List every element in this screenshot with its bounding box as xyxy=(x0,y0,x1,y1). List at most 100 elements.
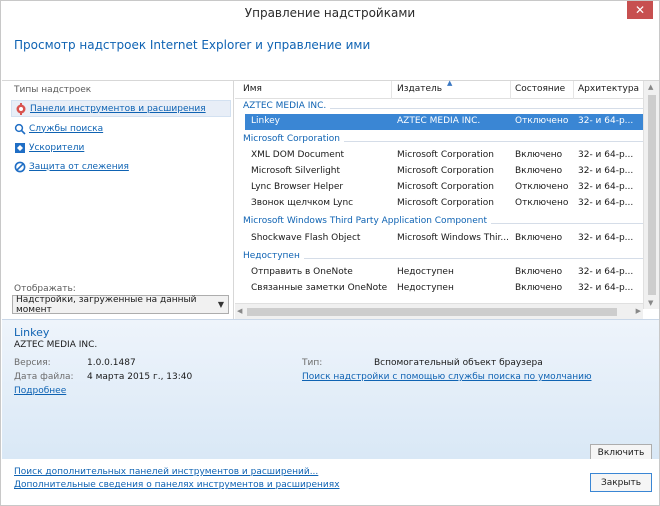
addons-list: Имя Издатель ▲ Состояние Архитектура AZT… xyxy=(235,79,659,319)
close-window-button[interactable]: ✕ xyxy=(627,1,653,19)
addon-architecture: 32- и 64-р... xyxy=(578,267,634,277)
list-rows: AZTEC MEDIA INC. Linkey AZTEC MEDIA INC.… xyxy=(235,99,659,309)
column-divider xyxy=(510,81,511,99)
addon-publisher: Microsoft Corporation xyxy=(397,182,494,192)
addon-name: XML DOM Document xyxy=(251,150,345,160)
addon-status: Отключено xyxy=(515,198,569,208)
vertical-scrollbar[interactable]: ▲ ▼ xyxy=(643,81,659,309)
type-search-providers[interactable]: Службы поиска xyxy=(11,120,231,137)
type-label: Защита от слежения xyxy=(29,161,129,172)
type-label: Службы поиска xyxy=(29,123,104,134)
addon-name: Связанные заметки OneNote xyxy=(251,283,388,293)
addon-architecture: 32- и 64-р... xyxy=(578,283,634,293)
addon-row[interactable]: Microsoft Silverlight Microsoft Corporat… xyxy=(245,164,643,180)
more-info-link[interactable]: Подробнее xyxy=(14,386,66,396)
file-date-value: 4 марта 2015 г., 13:40 xyxy=(87,372,193,382)
horizontal-scrollbar[interactable]: ◀ ▶ xyxy=(235,303,643,319)
show-filter-dropdown[interactable]: Надстройки, загруженные на данный момент… xyxy=(12,294,229,315)
addon-name: Shockwave Flash Object xyxy=(251,233,361,243)
search-addon-link[interactable]: Поиск надстройки с помощью службы поиска… xyxy=(302,372,592,382)
addon-publisher: Microsoft Corporation xyxy=(397,150,494,160)
title-bar: Управление надстройками ✕ xyxy=(1,1,659,25)
addon-row[interactable]: Звонок щелчком Lync Microsoft Corporatio… xyxy=(245,196,643,212)
addon-publisher: Microsoft Corporation xyxy=(397,198,494,208)
show-filter-value: Надстройки, загруженные на данный момент xyxy=(16,294,197,315)
type-label: Панели инструментов и расширения xyxy=(30,103,206,114)
addon-manager-window: Управление надстройками ✕ Просмотр надст… xyxy=(0,0,660,506)
column-headers: Имя Издатель ▲ Состояние Архитектура xyxy=(235,79,659,99)
addon-row[interactable]: Связанные заметки OneNote Недоступен Вкл… xyxy=(245,281,643,297)
addon-status: Включено xyxy=(515,166,563,176)
addon-row[interactable]: Отправить в OneNote Недоступен Включено … xyxy=(245,265,643,281)
addon-status: Включено xyxy=(515,283,563,293)
addon-architecture: 32- и 64-р... xyxy=(578,116,634,126)
column-header-name[interactable]: Имя xyxy=(243,84,262,94)
type-value: Вспомогательный объект браузера xyxy=(374,358,543,368)
tracking-protection-icon xyxy=(13,160,26,173)
footer: Поиск дополнительных панелей инструменто… xyxy=(2,459,659,505)
scroll-up-icon[interactable]: ▲ xyxy=(648,83,653,91)
addon-architecture: 32- и 64-р... xyxy=(578,198,634,208)
addon-publisher: Недоступен xyxy=(397,267,454,277)
addon-status: Включено xyxy=(515,267,563,277)
window-title: Управление надстройками xyxy=(244,6,416,20)
accelerator-icon xyxy=(13,141,26,154)
group-header: Microsoft Windows Third Party Applicatio… xyxy=(235,214,659,230)
close-icon: ✕ xyxy=(634,3,646,17)
addon-types-label: Типы надстроек xyxy=(14,85,92,95)
type-accelerators[interactable]: Ускорители xyxy=(11,139,231,156)
learn-more-toolbars-link[interactable]: Дополнительные сведения о панелях инстру… xyxy=(14,480,340,490)
addon-status: Отключено xyxy=(515,182,569,192)
column-divider xyxy=(391,81,392,99)
addon-row[interactable]: XML DOM Document Microsoft Corporation В… xyxy=(245,148,643,164)
horizontal-scroll-thumb[interactable] xyxy=(247,308,617,316)
column-divider xyxy=(573,81,574,99)
addon-row[interactable]: Shockwave Flash Object Microsoft Windows… xyxy=(245,231,643,247)
addon-status: Отключено xyxy=(515,116,569,126)
vertical-scroll-thumb[interactable] xyxy=(648,95,656,295)
addon-status: Включено xyxy=(515,150,563,160)
addon-name: Linkey xyxy=(251,116,280,126)
addon-architecture: 32- и 64-р... xyxy=(578,166,634,176)
group-header: Microsoft Corporation xyxy=(235,132,659,148)
type-toolbars-extensions[interactable]: Панели инструментов и расширения xyxy=(11,100,231,117)
show-label: Отображать: xyxy=(14,284,76,294)
addon-status: Включено xyxy=(515,233,563,243)
sort-arrow-icon: ▲ xyxy=(447,79,453,87)
column-header-status[interactable]: Состояние xyxy=(515,84,565,94)
version-value: 1.0.0.1487 xyxy=(87,358,136,368)
type-tracking-protection[interactable]: Защита от слежения xyxy=(11,158,231,175)
type-label: Тип: xyxy=(302,358,323,368)
header: Просмотр надстроек Internet Explorer и у… xyxy=(2,25,659,81)
addon-name: Lync Browser Helper xyxy=(251,182,344,192)
addon-row[interactable]: Linkey AZTEC MEDIA INC. Отключено 32- и … xyxy=(245,114,643,130)
scroll-right-icon[interactable]: ▶ xyxy=(636,307,641,315)
selected-addon-publisher: AZTEC MEDIA INC. xyxy=(14,340,98,350)
file-date-label: Дата файла: xyxy=(14,372,74,382)
scroll-down-icon[interactable]: ▼ xyxy=(648,299,653,307)
group-header: AZTEC MEDIA INC. xyxy=(235,99,659,115)
addon-types-panel: Типы надстроек Панели инструментов и рас… xyxy=(2,81,234,319)
addon-publisher: Microsoft Corporation xyxy=(397,166,494,176)
addon-name: Microsoft Silverlight xyxy=(251,166,341,176)
version-label: Версия: xyxy=(14,358,51,368)
addon-architecture: 32- и 64-р... xyxy=(578,233,634,243)
selected-addon-name: Linkey xyxy=(14,326,50,339)
addon-architecture: 32- и 64-р... xyxy=(578,182,634,192)
addon-name: Звонок щелчком Lync xyxy=(251,198,354,208)
page-title: Просмотр надстроек Internet Explorer и у… xyxy=(14,38,371,52)
addon-name: Отправить в OneNote xyxy=(251,267,353,277)
find-more-toolbars-link[interactable]: Поиск дополнительных панелей инструменто… xyxy=(14,467,318,477)
addon-publisher: Microsoft Windows Thir... xyxy=(397,233,509,243)
group-title: Microsoft Windows Third Party Applicatio… xyxy=(243,216,492,226)
details-panel: Linkey AZTEC MEDIA INC. Версия: 1.0.0.14… xyxy=(2,319,659,462)
addon-publisher: AZTEC MEDIA INC. xyxy=(397,116,481,126)
scroll-left-icon[interactable]: ◀ xyxy=(237,307,242,315)
addon-row[interactable]: Lync Browser Helper Microsoft Corporatio… xyxy=(245,180,643,196)
close-button[interactable]: Закрыть xyxy=(590,473,652,492)
group-header: Недоступен xyxy=(235,249,659,265)
search-icon xyxy=(13,122,26,135)
addon-architecture: 32- и 64-р... xyxy=(578,150,634,160)
column-header-architecture[interactable]: Архитектура xyxy=(578,84,639,94)
column-header-publisher[interactable]: Издатель xyxy=(397,84,442,94)
